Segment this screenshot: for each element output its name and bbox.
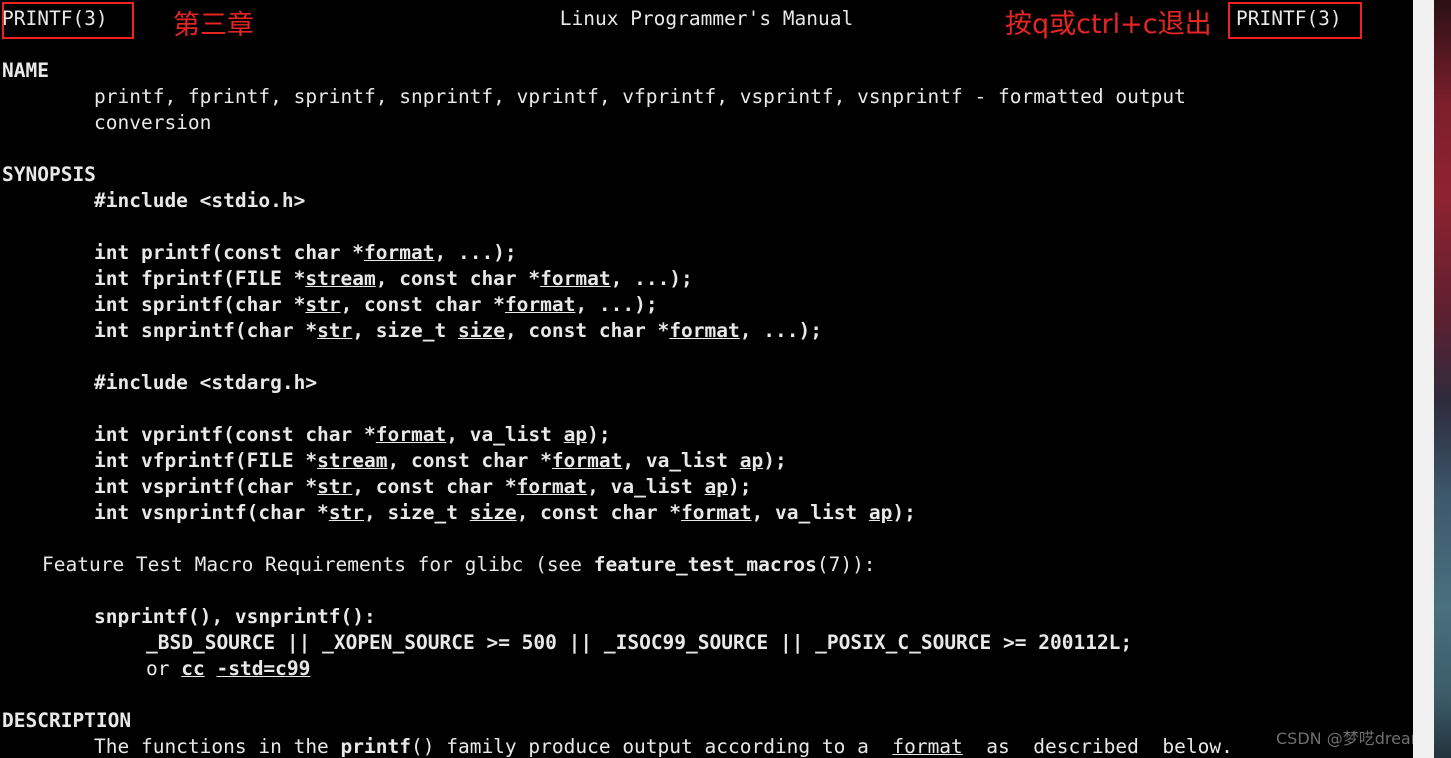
- cc-command: cc: [181, 657, 205, 680]
- proto-param-format: format: [516, 475, 588, 498]
- prototype-snprintf: int snprintf(char *str, size_t size, con…: [94, 318, 822, 344]
- annotation-quit-hint: 按q或ctrl+c退出: [1005, 9, 1212, 40]
- proto-param-ap: ap: [563, 423, 588, 446]
- prototype-vfprintf: int vfprintf(FILE *stream, const char *f…: [94, 448, 787, 474]
- description-line-1: The functions in the printf() family pro…: [94, 734, 1233, 758]
- prototype-vsnprintf: int vsnprintf(char *str, size_t size, co…: [94, 500, 916, 526]
- proto-text: , va_list: [622, 449, 740, 472]
- proto-text: );: [728, 475, 752, 498]
- desc-printf-ref: printf: [340, 735, 411, 758]
- proto-text: , va_list: [446, 423, 564, 446]
- proto-text: , ...);: [434, 241, 517, 264]
- desc-text: The functions in the: [94, 735, 341, 758]
- proto-param-str: str: [305, 293, 341, 316]
- annotation-box-left-tag: [2, 2, 134, 39]
- proto-text: , const char *: [352, 475, 517, 498]
- proto-param-ap: ap: [868, 501, 893, 524]
- proto-param-format: format: [669, 319, 740, 342]
- prototype-sprintf: int sprintf(char *str, const char *forma…: [94, 292, 658, 318]
- section-heading-name: NAME: [2, 59, 49, 82]
- proto-text: int vsnprintf(char *: [94, 501, 329, 524]
- or-space: [205, 657, 217, 680]
- name-line-2: conversion: [94, 111, 212, 134]
- feature-test-macros-ref: feature_test_macros: [593, 553, 817, 576]
- proto-param-format: format: [551, 449, 623, 472]
- proto-text: , size_t: [364, 501, 470, 524]
- proto-param-ap: ap: [704, 475, 729, 498]
- proto-text: int vprintf(const char *: [94, 423, 376, 446]
- proto-param-format: format: [364, 241, 435, 264]
- prototype-printf: int printf(const char *format, ...);: [94, 240, 517, 266]
- feature-test-text: Feature Test Macro Requirements for glib…: [42, 553, 594, 576]
- window-scrollbar[interactable]: [1413, 0, 1434, 758]
- or-text: or: [146, 657, 182, 680]
- terminal-window[interactable]: PRINTF(3) Linux Programmer's Manual PRIN…: [0, 0, 1413, 758]
- proto-param-format: format: [540, 267, 611, 290]
- proto-param-str: str: [328, 501, 365, 524]
- synopsis-include-stdio: #include <stdio.h>: [94, 189, 306, 212]
- prototype-vprintf: int vprintf(const char *format, va_list …: [94, 422, 611, 448]
- proto-text: , ...);: [610, 267, 693, 290]
- proto-text: int snprintf(char *: [94, 319, 318, 342]
- feature-test-text: (7)):: [816, 553, 876, 576]
- std-flag: -std=c99: [216, 657, 311, 680]
- proto-text: , va_list: [587, 475, 705, 498]
- proto-text: , const char *: [387, 449, 552, 472]
- proto-param-format: format: [375, 423, 447, 446]
- proto-param-size: size: [457, 319, 505, 342]
- desc-format-ref: format: [892, 735, 963, 758]
- proto-param-size: size: [469, 501, 517, 524]
- proto-param-str: str: [317, 475, 353, 498]
- synopsis-include-stdarg: #include <stdarg.h>: [94, 371, 318, 394]
- proto-param-format: format: [504, 293, 576, 316]
- proto-text: , size_t: [352, 319, 458, 342]
- proto-text: , const char *: [375, 267, 541, 290]
- proto-text: int vsprintf(char *: [94, 475, 318, 498]
- proto-text: );: [763, 449, 787, 472]
- csdn-watermark: CSDN @梦呓dream: [1276, 729, 1413, 748]
- proto-text: int printf(const char *: [94, 241, 365, 264]
- requirement-functions: snprintf(), vsnprintf():: [94, 605, 376, 628]
- proto-text: , va_list: [751, 501, 869, 524]
- feature-test-macro-line: Feature Test Macro Requirements for glib…: [42, 552, 876, 578]
- section-heading-description: DESCRIPTION: [2, 709, 132, 732]
- section-heading-synopsis: SYNOPSIS: [2, 163, 96, 186]
- annotation-chapter-label: 第三章: [173, 10, 254, 41]
- proto-param-stream: stream: [317, 449, 388, 472]
- prototype-fprintf: int fprintf(FILE *stream, const char *fo…: [94, 266, 693, 292]
- desktop-background-edge: [1434, 0, 1451, 758]
- proto-text: , ...);: [739, 319, 822, 342]
- proto-text: , const char *: [340, 293, 505, 316]
- proto-text: int vfprintf(FILE *: [94, 449, 318, 472]
- proto-text: , const char *: [504, 319, 670, 342]
- proto-text: , const char *: [516, 501, 682, 524]
- proto-text: );: [587, 423, 611, 446]
- proto-param-stream: stream: [305, 267, 376, 290]
- proto-text: );: [892, 501, 916, 524]
- proto-param-str: str: [317, 319, 353, 342]
- requirement-macros: _BSD_SOURCE || _XOPEN_SOURCE >= 500 || _…: [146, 631, 1133, 654]
- name-line-1: printf, fprintf, sprintf, snprintf, vpri…: [94, 85, 1186, 108]
- desc-text: as described below.: [962, 735, 1233, 758]
- proto-text: int sprintf(char *: [94, 293, 306, 316]
- desc-text: () family produce output according to a: [411, 735, 893, 758]
- proto-param-format: format: [681, 501, 752, 524]
- proto-param-ap: ap: [739, 449, 764, 472]
- proto-text: , ...);: [575, 293, 658, 316]
- proto-text: int fprintf(FILE *: [94, 267, 306, 290]
- annotation-box-right-tag: [1228, 2, 1362, 39]
- requirement-or-cc: or cc -std=c99: [146, 656, 310, 682]
- prototype-vsprintf: int vsprintf(char *str, const char *form…: [94, 474, 752, 500]
